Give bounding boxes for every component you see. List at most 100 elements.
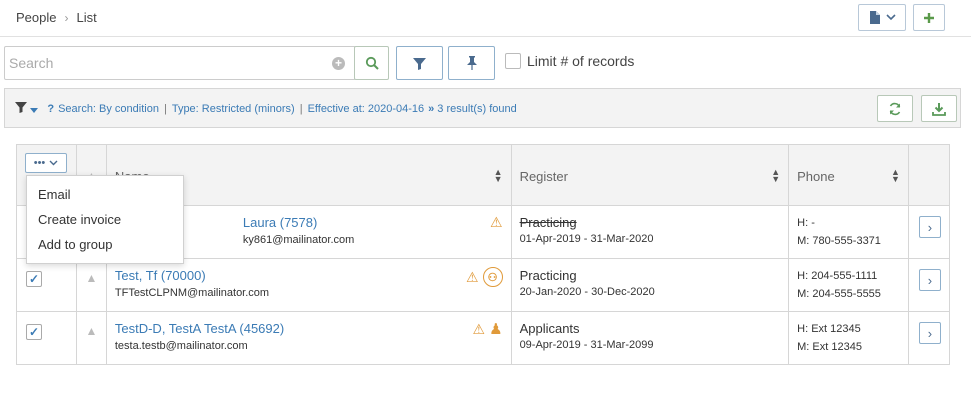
breadcrumb-separator: ›	[64, 11, 69, 25]
search-type[interactable]: Type: Restricted (minors)	[172, 103, 295, 115]
phone-column-header[interactable]: Phone ▲ ▼	[788, 144, 909, 206]
pin-icon[interactable]: ▲	[77, 271, 106, 285]
person-restricted-icon[interactable]: ♟	[489, 320, 502, 338]
search-icon	[365, 56, 379, 70]
row-checkbox[interactable]: ✓	[26, 324, 42, 340]
person-name-link[interactable]: TestD-D, TestA TestA (45692)	[115, 321, 511, 336]
pin-icon	[466, 56, 477, 70]
register-column-header[interactable]: Register ▲ ▼	[510, 144, 790, 206]
limit-records-label: Limit # of records	[527, 53, 635, 69]
register-status: Applicants	[519, 321, 580, 336]
info-separator: |	[299, 103, 303, 115]
phone-mobile: M: 780-555-3371	[797, 235, 881, 247]
register-status: Practicing	[519, 268, 577, 283]
row-select-cell: ✓	[16, 258, 77, 312]
row-phone-cell: H: Ext 12345 M: Ext 12345	[788, 311, 909, 365]
filter-button[interactable]	[396, 46, 443, 80]
open-record-button[interactable]: ›	[918, 216, 941, 238]
menu-item-add-to-group[interactable]: Add to group	[27, 235, 183, 260]
filter-dropdown-icon[interactable]	[15, 102, 39, 116]
row-alerts: ⚠ ⚇	[466, 267, 503, 287]
chevron-right-icon: ›	[927, 325, 933, 341]
document-icon	[869, 11, 880, 24]
breadcrumb: People › List	[16, 10, 97, 25]
row-action-cell: ›	[907, 205, 951, 259]
register-dates: 09-Apr-2019 - 31-Mar-2099	[519, 339, 654, 351]
result-count: 3 result(s) found	[437, 103, 517, 115]
limit-records[interactable]: Limit # of records	[505, 53, 634, 69]
open-record-button[interactable]: ›	[918, 269, 941, 291]
row-select-cell: ✓	[16, 311, 77, 365]
pin-button[interactable]	[448, 46, 495, 80]
person-name-link[interactable]: Test, Tf (70000)	[115, 268, 511, 283]
phone-header-label: Phone	[797, 169, 835, 184]
row-alerts: ⚠	[490, 214, 503, 231]
person-email: ky861@mailinator.com	[242, 234, 355, 246]
filter-icon	[413, 57, 426, 70]
register-status: Practicing	[519, 215, 577, 230]
invoice-icon[interactable]: ⚇	[482, 267, 503, 287]
plus-icon	[924, 12, 934, 23]
help-icon[interactable]: ?	[47, 103, 54, 115]
register-dates: 01-Apr-2019 - 31-Mar-2020	[519, 233, 654, 245]
download-button[interactable]	[921, 95, 957, 122]
search-effective[interactable]: Effective at: 2020-04-16	[308, 103, 425, 115]
table-row: ✓ ▲ Test, Tf (70000) TFTestCLPNM@mailina…	[16, 258, 951, 312]
pin-icon[interactable]: ▲	[77, 324, 106, 338]
add-button[interactable]	[913, 4, 945, 31]
refresh-icon	[889, 102, 901, 115]
chevron-down-icon	[49, 160, 58, 166]
register-header-label: Register	[519, 169, 568, 184]
person-email: testa.testb@mailinator.com	[114, 340, 248, 352]
row-name-cell: TestD-D, TestA TestA (45692) testa.testb…	[105, 311, 512, 365]
person-name-link[interactable]: Laura (7578)	[243, 215, 511, 230]
menu-item-email[interactable]: Email	[27, 185, 183, 210]
row-register-cell: Applicants 09-Apr-2019 - 31-Mar-2099	[510, 311, 790, 365]
menu-item-create-invoice[interactable]: Create invoice	[27, 210, 183, 235]
bulk-actions-menu: Email Create invoice Add to group	[26, 175, 184, 264]
document-menu-button[interactable]	[858, 4, 906, 31]
row-action-cell: ›	[907, 311, 951, 365]
action-column-header	[907, 144, 951, 206]
sort-icon[interactable]: ▲ ▼	[494, 168, 503, 184]
info-separator: |	[163, 103, 167, 115]
chevron-right-icon: ›	[927, 219, 933, 235]
search-box: +	[4, 46, 356, 80]
warning-icon[interactable]: ⚠	[473, 321, 486, 338]
search-button[interactable]	[354, 46, 389, 80]
row-register-cell: Practicing 20-Jan-2020 - 30-Dec-2020	[510, 258, 790, 312]
person-email: TFTestCLPNM@mailinator.com	[114, 287, 270, 299]
breadcrumb-people[interactable]: People	[16, 10, 56, 25]
warning-icon[interactable]: ⚠	[466, 269, 479, 286]
more-dots-icon: •••	[33, 157, 46, 169]
bulk-actions-button[interactable]: •••	[25, 153, 67, 173]
sort-icon[interactable]: ▲ ▼	[891, 168, 900, 184]
row-pin-cell: ▲	[75, 311, 107, 365]
search-condition[interactable]: Search: By condition	[58, 103, 159, 115]
top-bar: People › List	[0, 0, 971, 37]
chevron-down-icon	[885, 14, 896, 21]
search-input[interactable]	[5, 47, 305, 79]
phone-home: H: 204-555-1111	[797, 270, 878, 282]
limit-records-checkbox[interactable]	[505, 53, 521, 69]
refresh-button[interactable]	[877, 95, 913, 122]
phone-home: H: Ext 12345	[797, 323, 861, 335]
row-checkbox[interactable]: ✓	[26, 271, 42, 287]
search-summary: ? Search: By condition | Type: Restricte…	[15, 102, 517, 116]
row-alerts: ⚠ ♟	[473, 320, 503, 339]
open-record-button[interactable]: ›	[918, 322, 941, 344]
double-chevron-icon: »	[428, 103, 435, 115]
table-row: ✓ ▲ TestD-D, TestA TestA (45692) testa.t…	[16, 311, 951, 365]
phone-mobile: M: Ext 12345	[797, 341, 862, 353]
row-name-cell: Test, Tf (70000) TFTestCLPNM@mailinator.…	[105, 258, 512, 312]
register-dates: 20-Jan-2020 - 30-Dec-2020	[519, 286, 655, 298]
row-register-cell: Practicing 01-Apr-2019 - 31-Mar-2020	[510, 205, 790, 259]
breadcrumb-list: List	[76, 10, 97, 25]
download-icon	[932, 102, 946, 116]
phone-home: H: -	[797, 217, 815, 229]
row-phone-cell: H: 204-555-1111 M: 204-555-5555	[788, 258, 909, 312]
warning-icon[interactable]: ⚠	[490, 214, 503, 231]
sort-icon[interactable]: ▲ ▼	[771, 168, 780, 184]
add-circle-icon[interactable]: +	[332, 57, 345, 70]
row-pin-cell: ▲	[75, 258, 107, 312]
